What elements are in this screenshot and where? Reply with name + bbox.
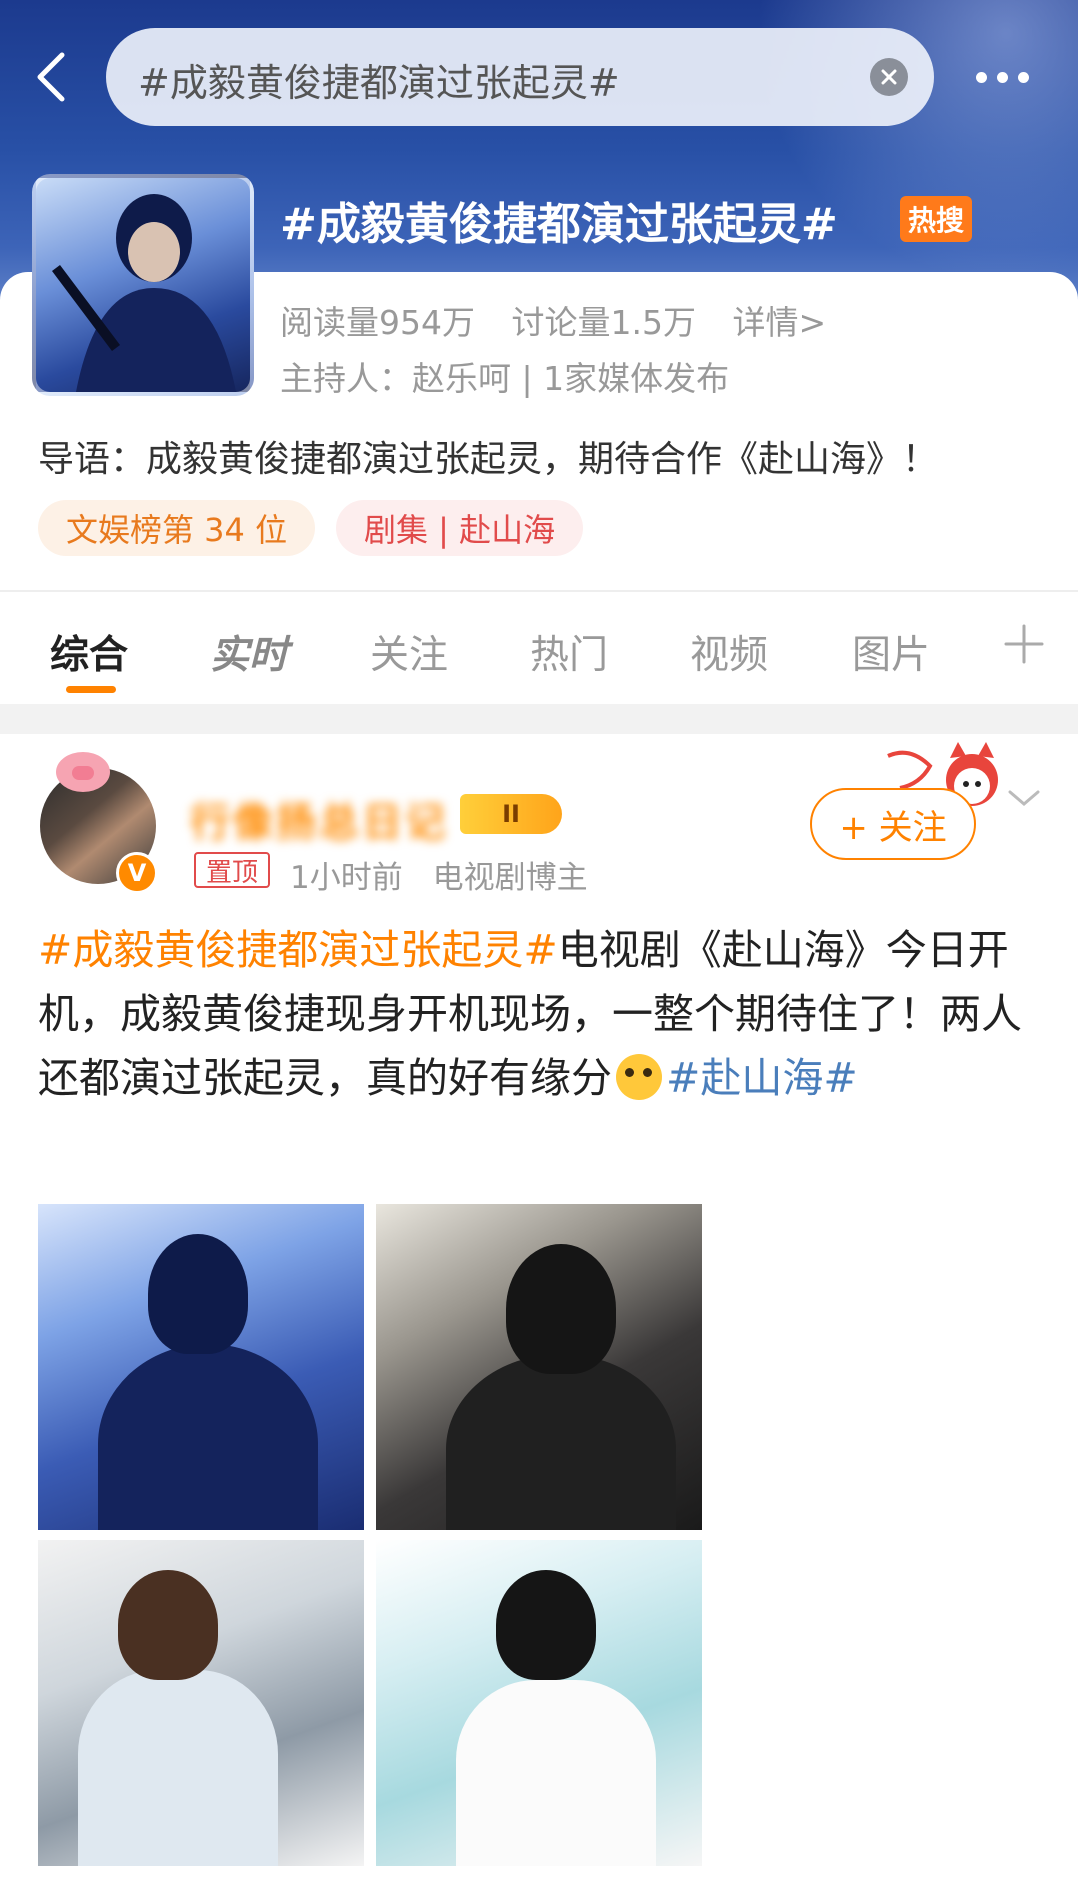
cover-figure-illustration	[52, 194, 236, 392]
search-input[interactable]: #成毅黄俊捷都演过张起灵#	[106, 28, 934, 126]
follow-button[interactable]: + 关注	[810, 788, 976, 860]
clear-search-button[interactable]	[870, 58, 908, 96]
image-figure-head	[496, 1570, 596, 1680]
image-figure-head	[118, 1570, 218, 1680]
hashtag-link[interactable]: #成毅黄俊捷都演过张起灵#	[38, 926, 558, 974]
topic-title: #成毅黄俊捷都演过张起灵#	[280, 199, 838, 250]
tab-bar: 综合 实时 关注 热门 视频 图片	[0, 592, 1078, 704]
chevron-down-icon[interactable]	[1006, 786, 1042, 810]
topic-host: 主持人：赵乐呵 | 1家媒体发布	[280, 359, 730, 398]
details-link[interactable]: 详情>	[732, 303, 826, 342]
drama-tag[interactable]: 剧集 | 赴山海	[336, 500, 584, 556]
read-count: 阅读量954万	[280, 303, 475, 342]
post-image-2[interactable]	[376, 1204, 702, 1530]
pig-avatar-decoration-icon	[56, 752, 110, 792]
back-button[interactable]	[26, 46, 76, 108]
discussion-count: 讨论量1.5万	[511, 303, 696, 342]
active-tab-indicator	[66, 686, 116, 693]
post-author-name[interactable]: 行像扬总日记	[190, 790, 448, 848]
post-image-3[interactable]	[38, 1540, 364, 1866]
rank-tag[interactable]: 文娱榜第 34 位	[38, 500, 316, 556]
post-image-4[interactable]	[376, 1540, 702, 1866]
post-time: 1小时前	[290, 860, 403, 896]
verified-v-icon: V	[116, 852, 158, 894]
image-figure-body	[446, 1354, 676, 1530]
image-figure-body	[456, 1680, 656, 1866]
back-arrow-icon	[37, 52, 65, 102]
image-figure-head	[148, 1234, 248, 1354]
topic-intro: 导语：成毅黄俊捷都演过张起灵，期待合作《赴山海》！	[38, 439, 939, 480]
post-meta: 1小时前 电视剧博主	[290, 852, 608, 897]
more-dot-icon	[976, 71, 987, 83]
tab-comprehensive[interactable]: 综合	[50, 624, 128, 680]
tab-video[interactable]: 视频	[690, 624, 768, 680]
post-body: #成毅黄俊捷都演过张起灵#电视剧《赴山海》今日开机，成毅黄俊捷现身开机现场，一整…	[38, 918, 1038, 1110]
close-icon	[881, 69, 897, 85]
search-query-text: #成毅黄俊捷都演过张起灵#	[138, 61, 620, 105]
image-figure-body	[78, 1670, 278, 1866]
tab-realtime[interactable]: 实时	[210, 624, 288, 680]
author-type: 电视剧博主	[432, 860, 588, 896]
topic-stats: 阅读量954万 讨论量1.5万 详情>	[280, 296, 852, 344]
surprised-emoji-icon	[616, 1054, 662, 1100]
tab-popular[interactable]: 热门	[530, 624, 608, 680]
more-options-button[interactable]	[976, 62, 1044, 92]
section-separator	[0, 704, 1078, 734]
image-figure-body	[98, 1344, 318, 1530]
user-level-badge: II	[460, 794, 562, 834]
add-tab-icon[interactable]	[1000, 620, 1048, 668]
more-dot-icon	[1018, 71, 1029, 83]
image-figure-head	[506, 1244, 616, 1374]
hashtag-link[interactable]: #赴山海#	[666, 1054, 858, 1102]
pinned-badge: 置顶	[194, 852, 271, 888]
more-dot-icon	[997, 71, 1008, 83]
post-image-1[interactable]	[38, 1204, 364, 1530]
topic-cover-image[interactable]	[32, 174, 254, 396]
tab-pictures[interactable]: 图片	[852, 624, 930, 680]
hot-search-badge: 热搜	[900, 196, 973, 242]
tab-following[interactable]: 关注	[370, 624, 448, 680]
